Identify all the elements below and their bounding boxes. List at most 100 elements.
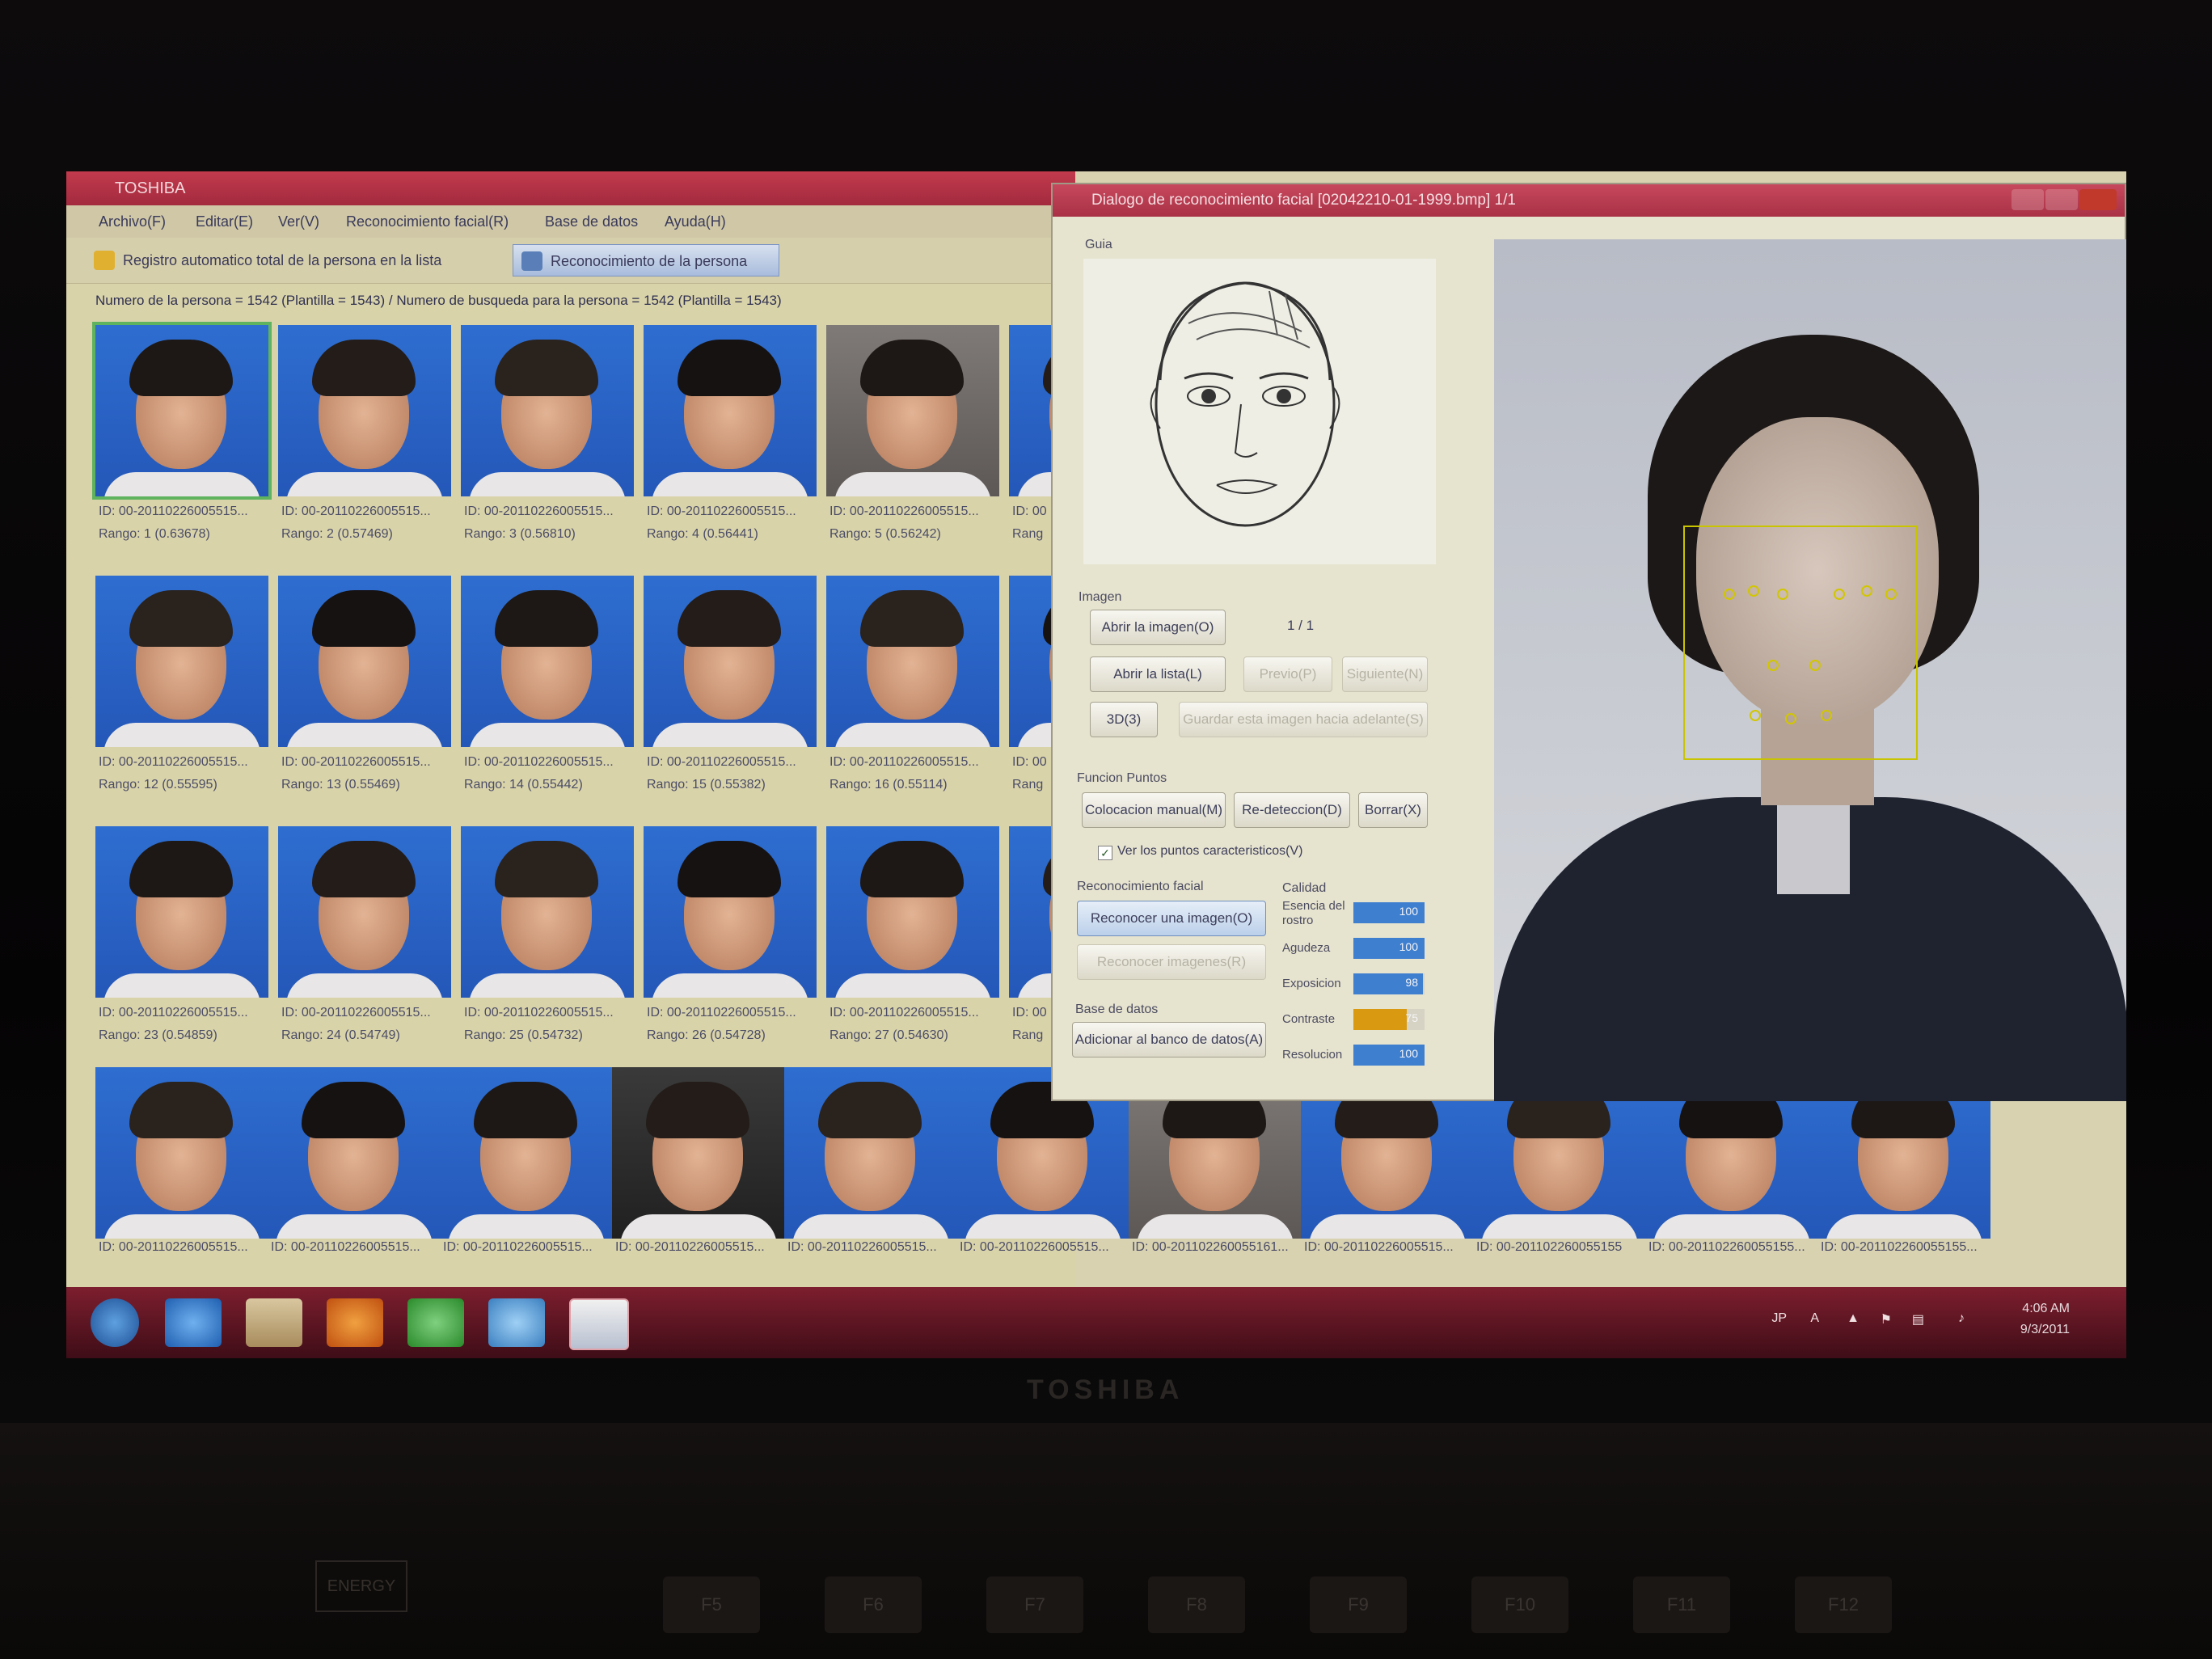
network-icon[interactable]: ▤ <box>1912 1311 1924 1328</box>
face-thumbnail[interactable] <box>278 576 451 747</box>
result-cell[interactable]: ID: 00-20110226005515... Rango: 5 (0.5624… <box>826 325 999 541</box>
minimize-icon[interactable] <box>2011 189 2044 210</box>
thumb-hair <box>129 1082 233 1138</box>
result-cell[interactable]: ID: 00-20110226005515... Rango: 1 (0.6367… <box>92 322 272 541</box>
file-explorer-icon[interactable] <box>246 1298 302 1347</box>
menu-reconocimiento[interactable]: Reconocimiento facial(R) <box>346 213 509 230</box>
previous-button[interactable]: Previo(P) <box>1243 656 1332 692</box>
person-recognition-button[interactable]: Reconocimiento de la persona <box>513 244 779 276</box>
face-thumbnail[interactable] <box>461 325 634 496</box>
face-thumbnail[interactable] <box>461 826 634 998</box>
network-app-icon[interactable] <box>488 1298 545 1347</box>
result-id: ID: 00-20110226005515... <box>830 1006 979 1019</box>
result-cell[interactable]: ID: 00-20110226005515... Rango: 3 (0.5681… <box>461 325 634 541</box>
result-cell[interactable]: ID: 00-20110226005515... Rango: 13 (0.554… <box>278 576 451 792</box>
face-thumbnail[interactable] <box>95 826 268 998</box>
result-cell[interactable]: ID: 00-20110226005515... <box>268 1067 441 1254</box>
guide-face-sketch <box>1083 259 1436 564</box>
result-cell[interactable]: ID: 00-20110226005515... Rango: 26 (0.547… <box>644 826 817 1042</box>
result-cell[interactable]: ID: 00-20110226005515... <box>440 1067 613 1254</box>
show-points-checkbox[interactable]: ✓ <box>1098 846 1112 860</box>
open-list-button[interactable]: Abrir la lista(L) <box>1090 656 1226 692</box>
open-image-button[interactable]: Abrir la imagen(O) <box>1090 610 1226 645</box>
face-thumbnail[interactable] <box>826 576 999 747</box>
result-id: ID: 00-201102260055155 <box>1476 1240 1623 1254</box>
start-button[interactable] <box>91 1298 139 1347</box>
close-icon[interactable] <box>2079 189 2117 210</box>
face-thumbnail[interactable] <box>440 1067 613 1239</box>
result-id: ID: 00-20110226005515... <box>99 504 248 518</box>
next-button[interactable]: Siguiente(N) <box>1342 656 1428 692</box>
image-group-label: Imagen <box>1079 590 1122 604</box>
face-thumbnail[interactable] <box>461 576 634 747</box>
result-cell[interactable]: ID: 00-20110226005515... Rango: 2 (0.5746… <box>278 325 451 541</box>
face-recognition-app-icon[interactable] <box>569 1298 629 1350</box>
auto-register-button[interactable]: Registro automatico total de la persona … <box>86 244 555 276</box>
result-cell[interactable]: ID: 00-20110226005515... Rango: 25 (0.547… <box>461 826 634 1042</box>
ime-indicator[interactable]: JP <box>1771 1311 1787 1326</box>
recognize-one-button[interactable]: Reconocer una imagen(O) <box>1077 901 1266 936</box>
action-center-flag-icon[interactable]: ⚑ <box>1881 1311 1892 1328</box>
result-id: ID: 00-20110226005515... <box>615 1240 765 1254</box>
screen: TOSHIBA Archivo(F) Editar(E) Ver(V) Reco… <box>66 171 2126 1358</box>
result-cell[interactable]: ID: 00-20110226005515... <box>784 1067 957 1254</box>
person-recognition-icon <box>521 251 542 271</box>
add-to-database-button[interactable]: Adicionar al banco de datos(A) <box>1072 1022 1266 1057</box>
manual-placement-button[interactable]: Colocacion manual(M) <box>1082 792 1226 828</box>
clock-date[interactable]: 9/3/2011 <box>2020 1323 2070 1337</box>
menu-base-de-datos[interactable]: Base de datos <box>545 213 638 230</box>
function-key: F6 <box>825 1577 922 1633</box>
result-cell[interactable]: ID: 00-20110226005515... Rango: 14 (0.554… <box>461 576 634 792</box>
result-cell[interactable]: ID: 00-20110226005515... Rango: 23 (0.548… <box>95 826 268 1042</box>
result-cell[interactable]: ID: 00-20110226005515... <box>95 1067 268 1254</box>
quality-value: 98 <box>1405 976 1418 989</box>
face-thumbnail[interactable] <box>644 826 817 998</box>
maximize-icon[interactable] <box>2045 189 2078 210</box>
face-thumbnail[interactable] <box>826 826 999 998</box>
face-thumbnail[interactable] <box>95 576 268 747</box>
face-thumbnail[interactable] <box>92 322 272 500</box>
media-player-icon[interactable] <box>327 1298 383 1347</box>
face-thumbnail[interactable] <box>784 1067 957 1239</box>
result-cell[interactable]: ID: 00-20110226005515... <box>612 1067 785 1254</box>
menu-archivo[interactable]: Archivo(F) <box>99 213 166 230</box>
face-thumbnail[interactable] <box>278 826 451 998</box>
internet-explorer-icon[interactable] <box>165 1298 222 1347</box>
face-thumbnail[interactable] <box>268 1067 441 1239</box>
feature-point <box>1748 585 1759 597</box>
face-thumbnail[interactable] <box>95 1067 268 1239</box>
page-counter: 1 / 1 <box>1287 618 1315 633</box>
save-forward-button[interactable]: Guardar esta imagen hacia adelante(S) <box>1179 702 1428 737</box>
green-app-icon[interactable] <box>407 1298 464 1347</box>
face-thumbnail[interactable] <box>644 576 817 747</box>
result-rank: Rango: 2 (0.57469) <box>281 527 393 541</box>
face-thumbnail[interactable] <box>826 325 999 496</box>
recognize-many-button[interactable]: Reconocer imagenes(R) <box>1077 944 1266 980</box>
dialog-title: Dialogo de reconocimiento facial [020422… <box>1053 184 2125 217</box>
result-cell[interactable]: ID: 00-20110226005515... Rango: 16 (0.551… <box>826 576 999 792</box>
quality-value: 100 <box>1399 1047 1418 1060</box>
show-hidden-icons-icon[interactable]: ▲ <box>1847 1311 1860 1326</box>
result-cell[interactable]: ID: 00-20110226005515... Rango: 24 (0.547… <box>278 826 451 1042</box>
language-bar-icon[interactable]: A <box>1810 1311 1819 1326</box>
result-cell[interactable]: ID: 00-20110226005515... Rango: 15 (0.553… <box>644 576 817 792</box>
result-id: ID: 00 <box>1012 755 1047 769</box>
3d-button[interactable]: 3D(3) <box>1090 702 1158 737</box>
menu-editar[interactable]: Editar(E) <box>196 213 253 230</box>
result-cell[interactable]: ID: 00-20110226005515... Rango: 4 (0.5644… <box>644 325 817 541</box>
delete-button[interactable]: Borrar(X) <box>1358 792 1428 828</box>
clock-time[interactable]: 4:06 AM <box>2022 1302 2070 1316</box>
volume-icon[interactable]: ♪ <box>1958 1311 1965 1326</box>
face-thumbnail[interactable] <box>612 1067 785 1239</box>
result-id: ID: 00 <box>1012 1006 1047 1019</box>
redetection-button[interactable]: Re-deteccion(D) <box>1234 792 1350 828</box>
face-thumbnail[interactable] <box>644 325 817 496</box>
menu-ayuda[interactable]: Ayuda(H) <box>665 213 726 230</box>
result-cell[interactable]: ID: 00-20110226005515... Rango: 27 (0.546… <box>826 826 999 1042</box>
result-cell[interactable]: ID: 00-20110226005515... Rango: 12 (0.555… <box>95 576 268 792</box>
thumb-hair <box>495 841 598 897</box>
menu-ver[interactable]: Ver(V) <box>278 213 319 230</box>
function-key: F5 <box>663 1577 760 1633</box>
toolbar: Registro automatico total de la persona … <box>66 238 1075 284</box>
face-thumbnail[interactable] <box>278 325 451 496</box>
